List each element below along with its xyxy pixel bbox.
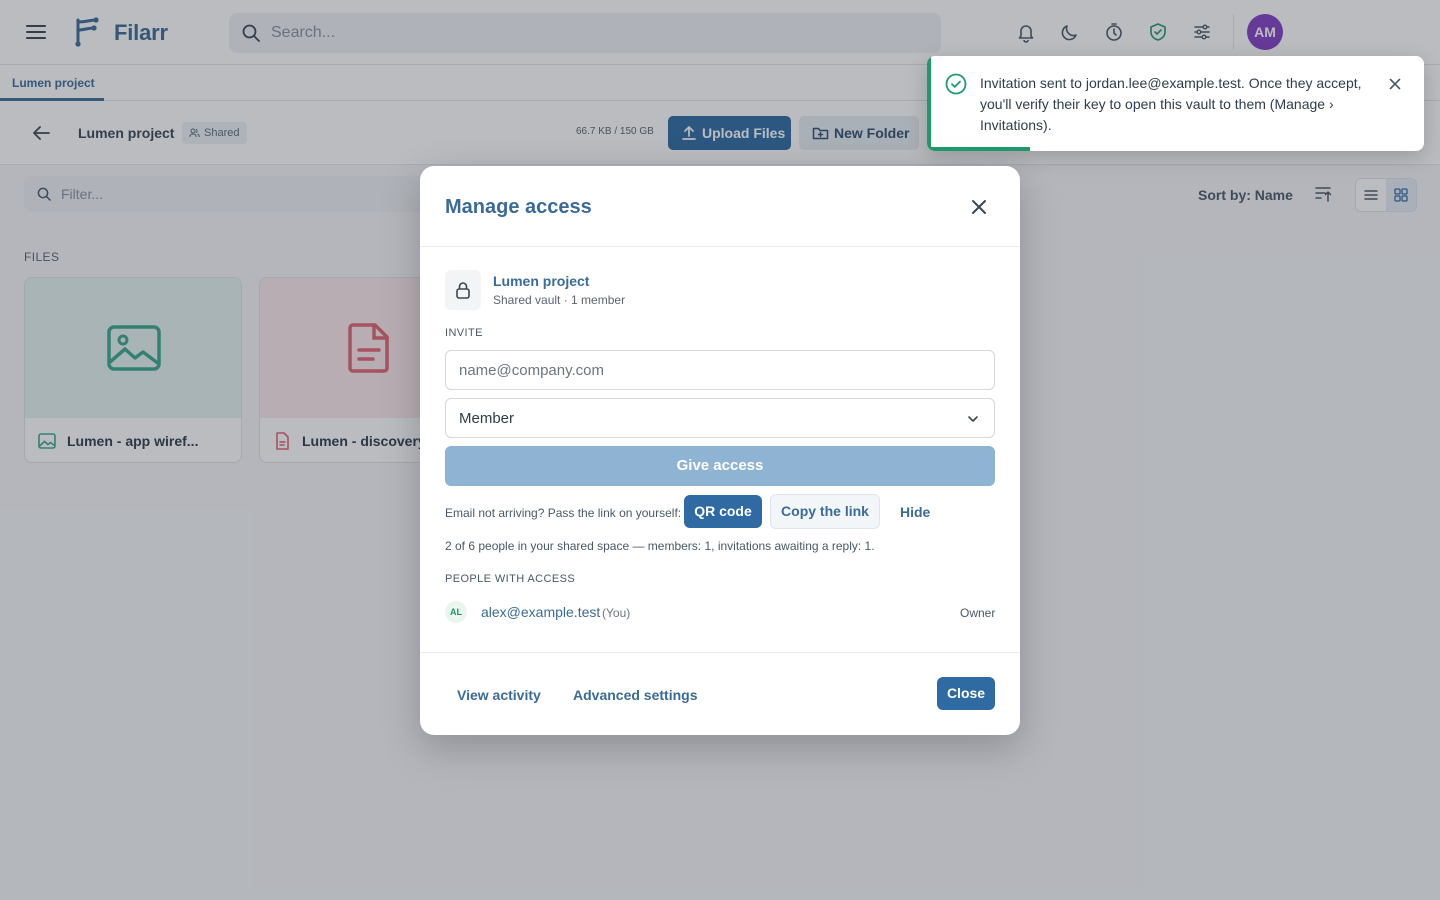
divider bbox=[420, 246, 1020, 247]
vault-lock-tile bbox=[445, 270, 481, 310]
invite-section-label: INVITE bbox=[445, 327, 483, 339]
link-fallback-hint: Email not arriving? Pass the link on you… bbox=[445, 506, 682, 520]
toast-message: Invitation sent to jordan.lee@example.te… bbox=[980, 75, 1362, 133]
member-avatar: AL bbox=[445, 601, 467, 623]
space-capacity-text: 2 of 6 people in your shared space — mem… bbox=[445, 539, 875, 553]
member-role: Owner bbox=[960, 606, 996, 620]
role-select-value: Member bbox=[459, 410, 515, 427]
close-button[interactable]: Close bbox=[937, 677, 995, 710]
manage-access-dialog: Manage access Lumen project Shared vault… bbox=[420, 166, 1020, 735]
people-section-label: PEOPLE WITH ACCESS bbox=[445, 573, 576, 585]
success-toast: Invitation sent to jordan.lee@example.te… bbox=[927, 56, 1424, 151]
member-you-tag: (You) bbox=[602, 606, 631, 620]
view-activity-link[interactable]: View activity bbox=[457, 687, 541, 703]
dialog-title: Manage access bbox=[445, 196, 592, 218]
check-circle-icon bbox=[945, 73, 967, 95]
vault-meta: Shared vault · 1 member bbox=[493, 293, 626, 307]
qr-code-button[interactable]: QR code bbox=[684, 495, 762, 528]
chevron-down-icon bbox=[968, 416, 978, 422]
close-icon[interactable] bbox=[968, 196, 990, 218]
vault-name: Lumen project bbox=[493, 273, 590, 289]
hide-link-button[interactable]: Hide bbox=[900, 504, 930, 520]
toast-progress-bar bbox=[927, 147, 1030, 151]
divider bbox=[420, 652, 1020, 653]
copy-link-button[interactable]: Copy the link bbox=[770, 494, 880, 529]
toast-accent-bar bbox=[927, 56, 931, 151]
close-icon[interactable] bbox=[1387, 76, 1403, 92]
role-select[interactable]: Member bbox=[445, 398, 995, 438]
give-access-button[interactable]: Give access bbox=[445, 446, 995, 486]
advanced-settings-link[interactable]: Advanced settings bbox=[573, 687, 697, 703]
member-email: alex@example.test bbox=[481, 604, 601, 620]
lock-icon bbox=[456, 282, 470, 299]
invite-email-input[interactable] bbox=[445, 350, 995, 390]
